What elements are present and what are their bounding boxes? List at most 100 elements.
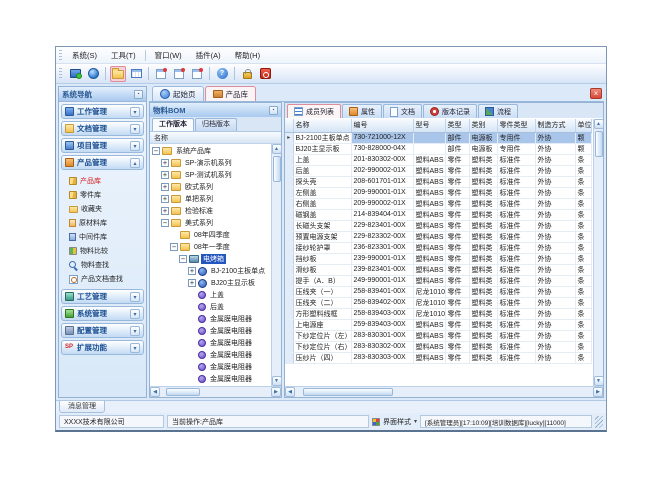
table-cell[interactable]: 外协 (535, 154, 575, 165)
table-cell[interactable]: 接纱轮护罩 (293, 242, 351, 253)
tree-item-17[interactable]: 金属膜电阻器 (150, 349, 271, 361)
expand-plus-icon[interactable]: + (161, 195, 169, 203)
sidebar-item-0[interactable]: 产品库 (69, 174, 144, 188)
column-header-3[interactable]: 类型 (445, 119, 469, 132)
table-cell[interactable]: 外协 (535, 220, 575, 231)
column-header-2[interactable]: 型号 (413, 119, 445, 132)
collapse-minus-icon[interactable]: − (179, 255, 187, 263)
tree-item-3[interactable]: +欧式系列 (150, 181, 271, 193)
table-cell[interactable]: 标准件 (497, 209, 535, 220)
table-cell[interactable]: 电源板 (469, 143, 497, 154)
table-cell[interactable]: 标准件 (497, 319, 535, 330)
table-cell[interactable]: 标准件 (497, 286, 535, 297)
table-cell[interactable]: 塑料ABS (413, 319, 445, 330)
tree-item-2[interactable]: +SP-测试机系列 (150, 169, 271, 181)
sidebar-options-icon[interactable]: ▪ (134, 90, 143, 99)
table-cell[interactable]: 标准件 (497, 275, 535, 286)
table-cell[interactable]: 塑料ABS (413, 187, 445, 198)
table-cell[interactable]: 条 (575, 209, 591, 220)
scroll-up-icon[interactable]: ▲ (272, 144, 282, 154)
toolbar-button-lock[interactable] (239, 66, 255, 82)
table-cell[interactable]: 塑料类 (469, 187, 497, 198)
chevron-down-icon[interactable]: ▾ (130, 107, 140, 117)
menu-item-1[interactable]: 工具(T) (104, 48, 143, 63)
table-cell[interactable]: 塑料类 (469, 264, 497, 275)
table-cell[interactable]: 条 (575, 286, 591, 297)
table-cell[interactable]: 零件 (445, 231, 469, 242)
sidebar-item-4[interactable]: 中间件库 (69, 230, 144, 244)
table-cell[interactable]: 外协 (535, 132, 575, 143)
table-cell[interactable]: 条 (575, 275, 591, 286)
menu-item-0[interactable]: 系统(S) (65, 48, 104, 63)
table-cell[interactable]: 零件 (445, 352, 469, 363)
scroll-down-icon[interactable]: ▼ (272, 376, 282, 386)
collapse-minus-icon[interactable]: − (152, 147, 160, 155)
table-cell[interactable]: 202-990002-01X (351, 165, 413, 176)
table-cell[interactable]: 条 (575, 176, 591, 187)
table-cell[interactable]: 229-823401-00X (351, 220, 413, 231)
table-cell[interactable]: 零件 (445, 341, 469, 352)
table-cell[interactable]: 标准件 (497, 264, 535, 275)
toolbar-button-winbadge[interactable] (189, 66, 205, 82)
table-cell[interactable]: 条 (575, 242, 591, 253)
table-cell[interactable]: 塑料ABS (413, 275, 445, 286)
table-vertical-scrollbar[interactable]: ▲ ▼ (593, 119, 603, 386)
table-cell[interactable]: 730-721000-12X (351, 132, 413, 143)
chevron-down-icon[interactable]: ▾ (130, 141, 140, 151)
column-header-4[interactable]: 类别 (469, 119, 497, 132)
table-cell[interactable]: 条 (575, 198, 591, 209)
table-row[interactable]: 长磁头支架229-823401-00X塑料ABS零件塑料类标准件外协条 (285, 220, 591, 231)
menu-item-4[interactable]: 帮助(H) (228, 48, 267, 63)
table-cell[interactable]: 专用件 (497, 143, 535, 154)
table-cell[interactable]: 外协 (535, 352, 575, 363)
sidebar-item-7[interactable]: 产品文档查找 (69, 272, 144, 286)
expand-plus-icon[interactable]: + (161, 171, 169, 179)
sidebar-item-6[interactable]: 物料查找 (69, 258, 144, 272)
collapse-minus-icon[interactable]: − (161, 219, 169, 227)
tree-item-12[interactable]: 上盖 (150, 289, 271, 301)
table-cell[interactable] (413, 132, 445, 143)
doc-tab-1[interactable]: 产品库 (205, 86, 257, 101)
table-cell[interactable]: 零件 (445, 176, 469, 187)
chevron-down-icon[interactable]: ▾ (130, 309, 140, 319)
tree-item-16[interactable]: 金属膜电阻器 (150, 337, 271, 349)
table-cell[interactable]: 塑料类 (469, 297, 497, 308)
tree-hscroll-thumb[interactable] (166, 388, 200, 396)
table-cell[interactable]: 209-990001-01X (351, 187, 413, 198)
sidebar-section-3[interactable]: 产品管理▴ (61, 155, 144, 170)
expand-plus-icon[interactable]: + (161, 207, 169, 215)
table-cell[interactable]: 标准件 (497, 297, 535, 308)
sidebar-section-5[interactable]: 系统管理▾ (61, 306, 144, 321)
toolbar-grip-handle[interactable] (59, 68, 62, 79)
table-cell[interactable]: 条 (575, 297, 591, 308)
table-cell[interactable]: 外协 (535, 330, 575, 341)
menu-item-3[interactable]: 插件(A) (189, 48, 228, 63)
table-cell[interactable]: 左侧盖 (293, 187, 351, 198)
table-cell[interactable]: 标准件 (497, 198, 535, 209)
table-cell[interactable]: 右侧盖 (293, 198, 351, 209)
table-cell[interactable]: 283-830303-00X (351, 352, 413, 363)
table-cell[interactable]: 239-990001-01X (351, 253, 413, 264)
sidebar-section-2[interactable]: 项目管理▾ (61, 138, 144, 153)
table-cell[interactable]: 外协 (535, 319, 575, 330)
table-cell[interactable]: 塑料类 (469, 352, 497, 363)
detail-tab-3[interactable]: 版本记录 (423, 104, 477, 118)
table-cell[interactable]: 零件 (445, 209, 469, 220)
table-cell[interactable]: 压线夹（一） (293, 286, 351, 297)
table-row[interactable]: 磁钢盖214-839404-01X塑料ABS零件塑料类标准件外协条 (285, 209, 591, 220)
detail-tab-2[interactable]: 文档 (383, 104, 422, 118)
table-cell[interactable]: 标准件 (497, 352, 535, 363)
table-cell[interactable]: 标准件 (497, 187, 535, 198)
table-cell[interactable]: 零件 (445, 253, 469, 264)
table-cell[interactable]: 标准件 (497, 253, 535, 264)
table-cell[interactable]: 颗 (575, 132, 591, 143)
expand-plus-icon[interactable]: + (161, 183, 169, 191)
scroll-right-icon[interactable]: ▶ (271, 387, 281, 397)
table-cell[interactable]: 730-828000-04X (351, 143, 413, 154)
table-row[interactable]: 挡纱板239-990001-01X塑料ABS零件塑料类标准件外协条 (285, 253, 591, 264)
table-cell[interactable]: 外协 (535, 198, 575, 209)
table-cell[interactable]: 塑料类 (469, 341, 497, 352)
table-cell[interactable]: 塑料ABS (413, 242, 445, 253)
table-cell[interactable]: 颗 (575, 143, 591, 154)
table-cell[interactable]: 外协 (535, 143, 575, 154)
